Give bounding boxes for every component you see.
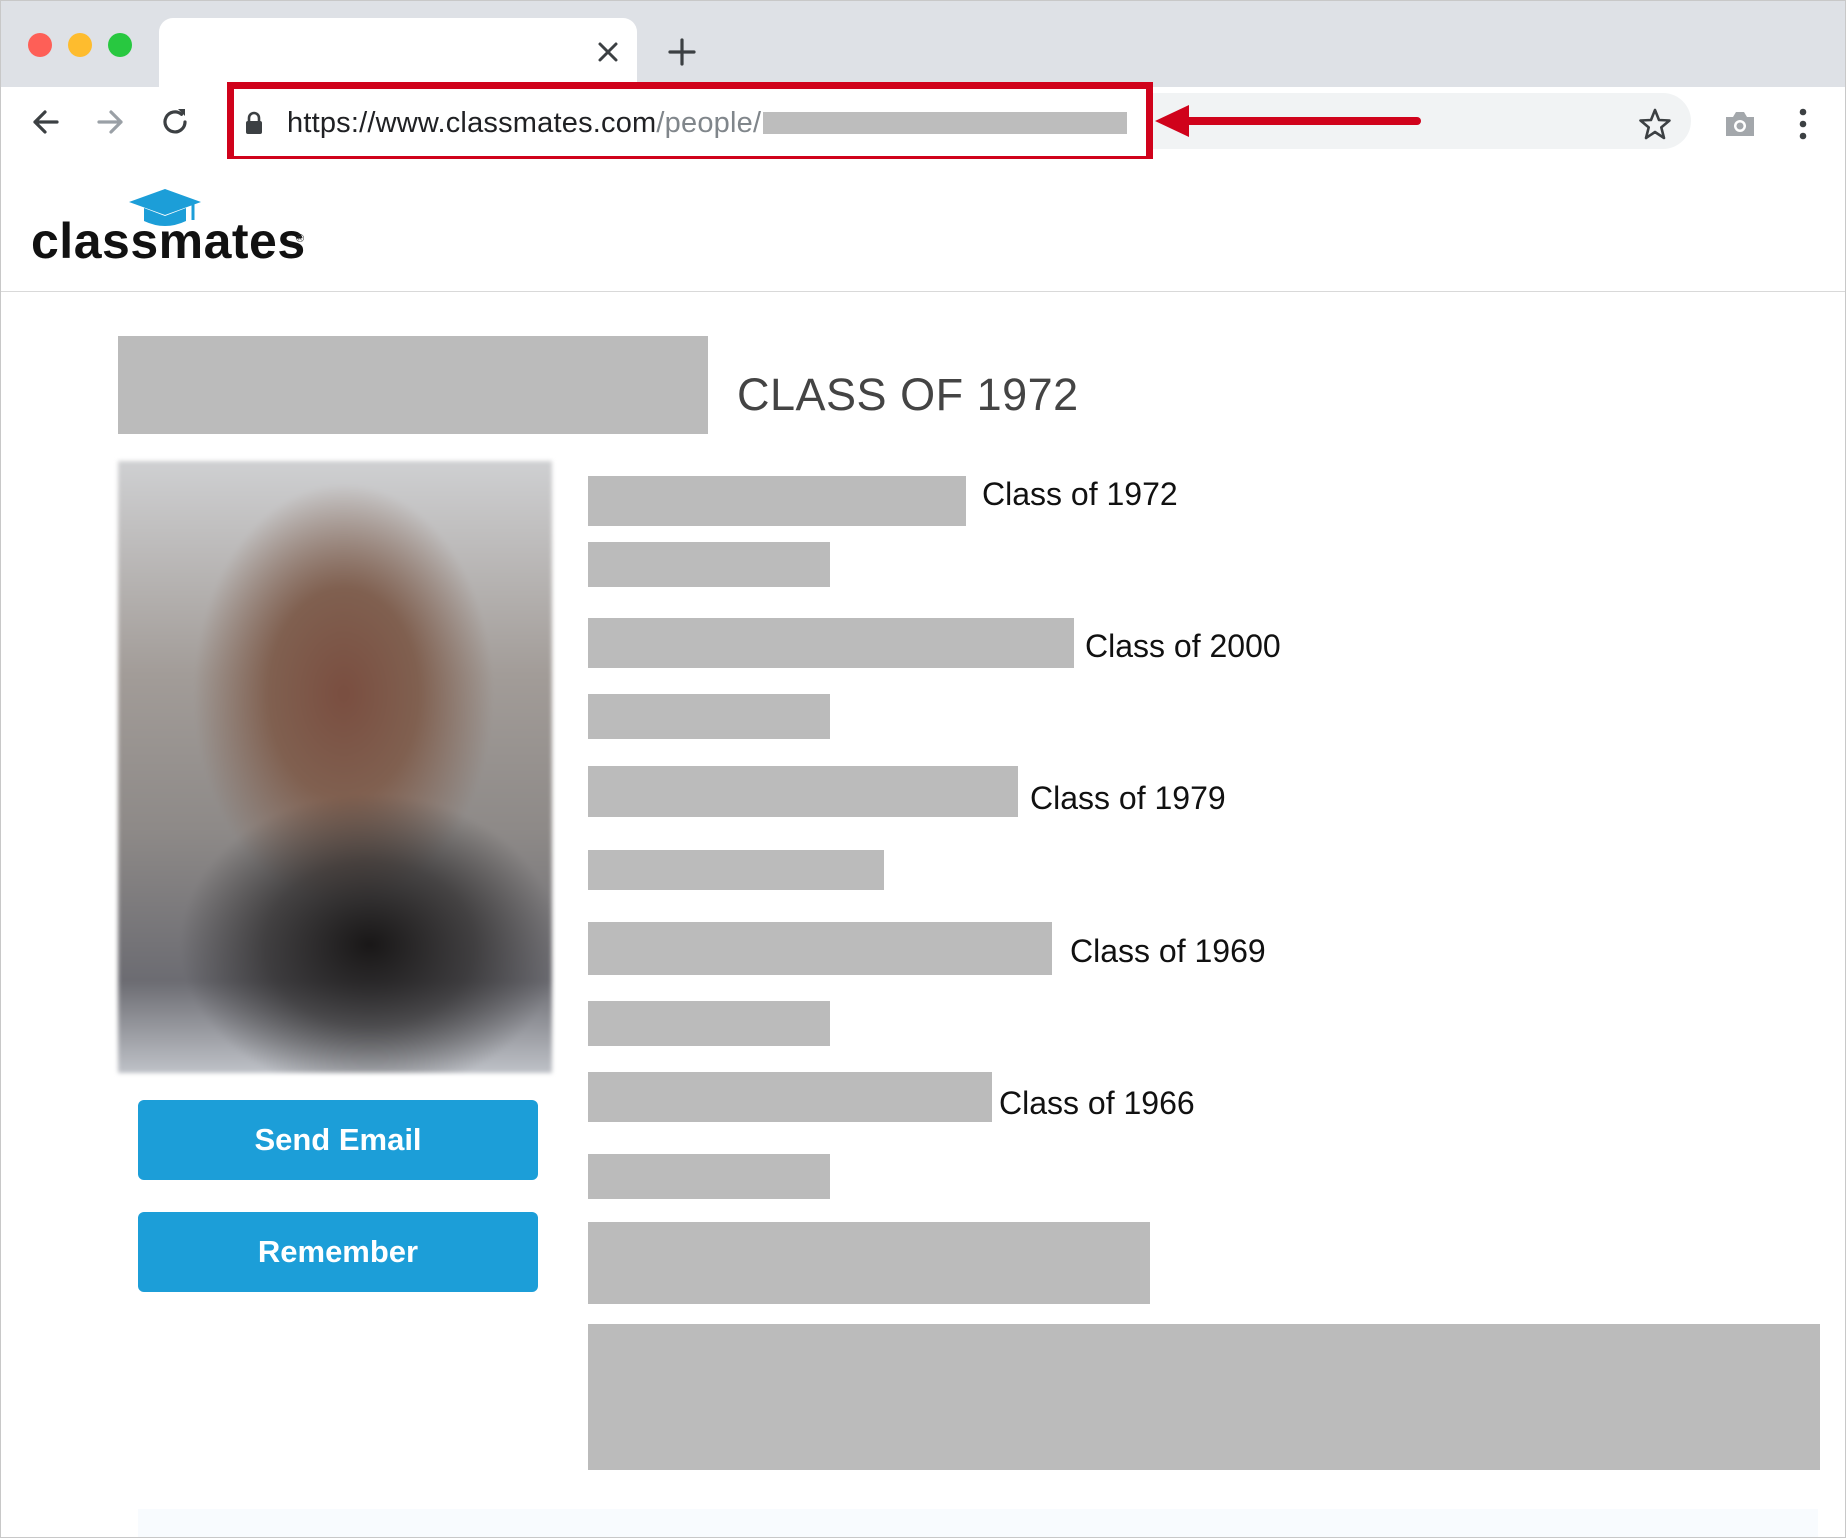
school-name-redaction (588, 766, 1018, 817)
school-location-redaction (588, 1154, 830, 1199)
name-redaction (118, 336, 708, 434)
school-class-year: Class of 1972 (982, 476, 1178, 512)
remember-button[interactable]: Remember (138, 1212, 538, 1292)
camera-icon[interactable] (1723, 109, 1757, 139)
school-name-redaction (588, 476, 966, 526)
url-redaction (763, 112, 1127, 134)
minimize-window-button[interactable] (68, 33, 92, 57)
registered-mark: ® (296, 233, 305, 245)
url-host: https://www.classmates.com (287, 107, 657, 139)
browser-tab[interactable] (159, 18, 637, 87)
arrow-right-icon[interactable] (91, 103, 129, 141)
school-name-redaction (588, 922, 1052, 975)
star-icon[interactable] (1638, 107, 1672, 141)
lock-icon (245, 111, 263, 135)
school-class-year: Class of 1979 (1030, 780, 1226, 816)
school-name-redaction (588, 1072, 992, 1122)
school-name-redaction (588, 618, 1074, 668)
browser-window: https://www.classmates.com/people/ class… (0, 0, 1846, 1538)
bottom-panel (138, 1509, 1818, 1537)
kebab-menu-icon[interactable] (1795, 107, 1811, 141)
classmates-logo[interactable]: classmates (31, 213, 306, 269)
details-redaction (588, 1222, 1150, 1304)
school-location-redaction (588, 1001, 830, 1046)
class-heading: CLASS OF 1972 (737, 369, 1079, 420)
reload-icon[interactable] (156, 103, 194, 141)
school-location-redaction (588, 694, 830, 739)
school-class-year: Class of 1966 (999, 1085, 1195, 1121)
close-icon[interactable] (591, 35, 625, 69)
annotation-arrow (1153, 99, 1425, 143)
plus-icon[interactable] (665, 35, 699, 69)
arrow-left-icon[interactable] (27, 103, 65, 141)
send-email-button[interactable]: Send Email (138, 1100, 538, 1180)
profile-photo (118, 461, 552, 1073)
maximize-window-button[interactable] (108, 33, 132, 57)
description-redaction (588, 1324, 1820, 1470)
url-text[interactable]: https://www.classmates.com/people/ (287, 105, 761, 141)
url-path: /people/ (656, 107, 762, 139)
school-class-year: Class of 2000 (1085, 628, 1281, 664)
school-location-redaction (588, 542, 830, 587)
school-location-redaction (588, 850, 884, 890)
close-window-button[interactable] (28, 33, 52, 57)
school-class-year: Class of 1969 (1070, 933, 1266, 969)
